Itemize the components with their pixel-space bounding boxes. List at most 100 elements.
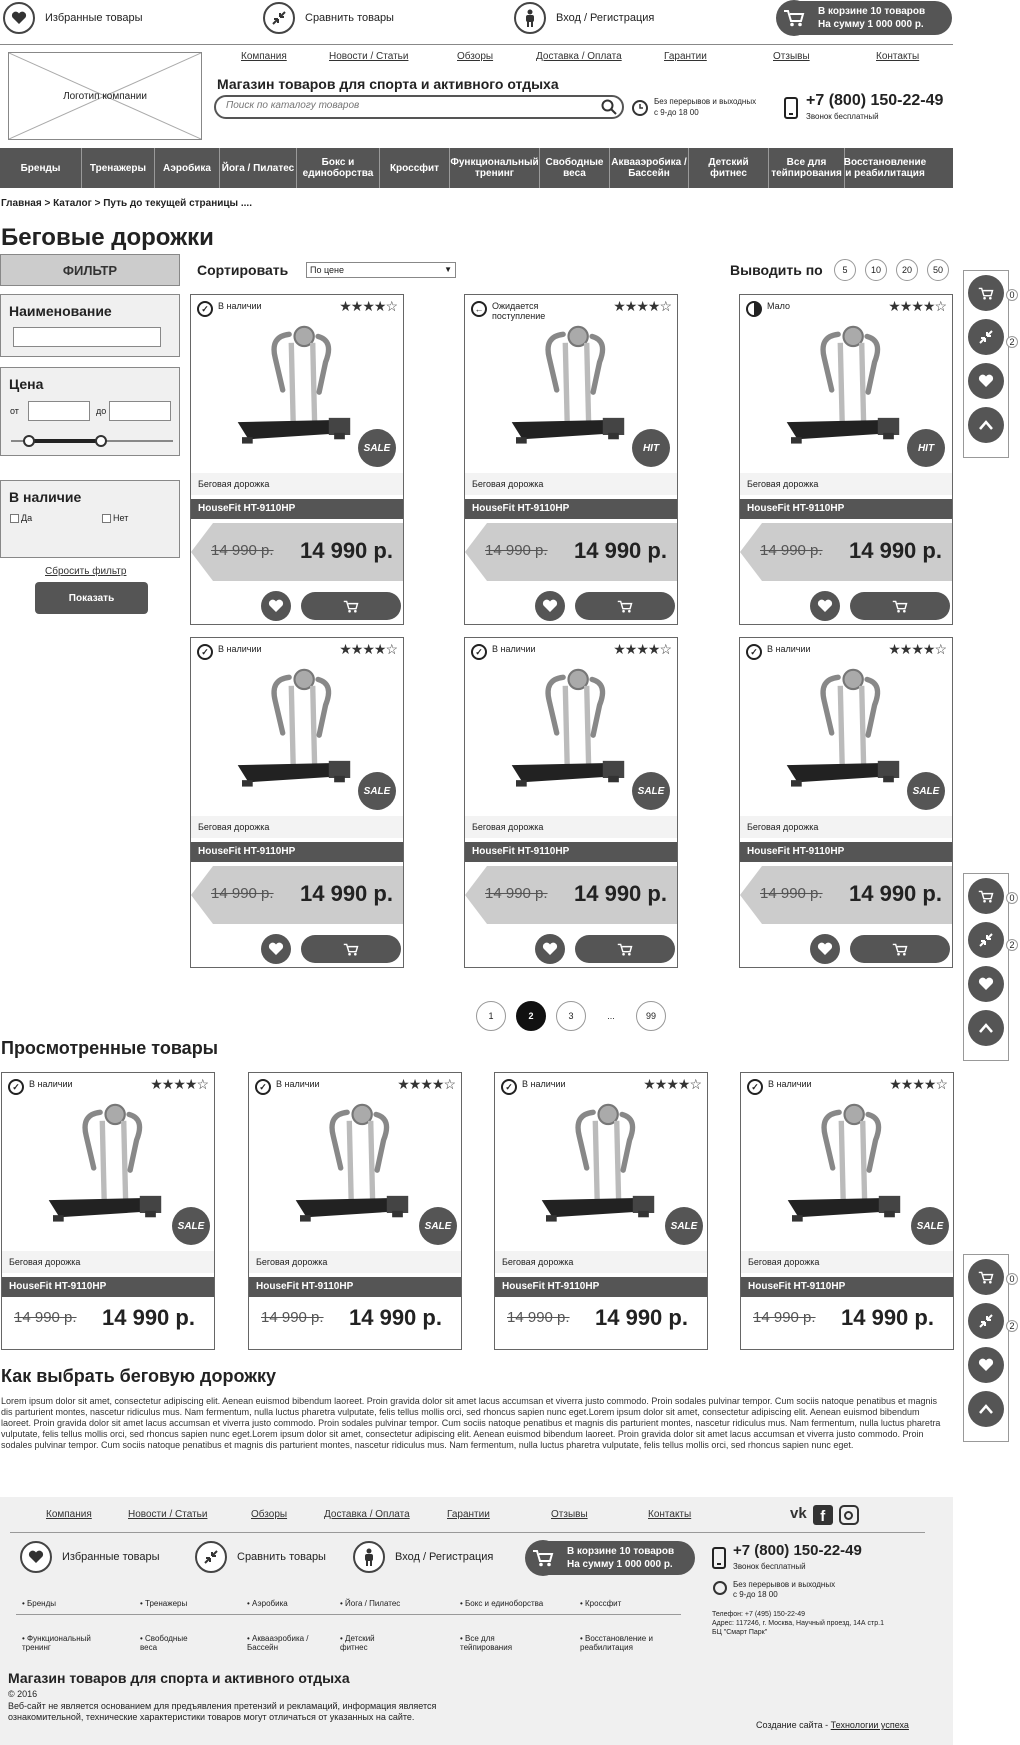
product-card[interactable]: ✓ В наличии ★★★★☆ SALE Беговая дорожка Ho…: [739, 637, 953, 968]
side-compare-button[interactable]: [968, 1303, 1004, 1339]
viewed-product-card[interactable]: ✓ В наличии ★★★★☆ SALE Беговая дорожка Ho…: [248, 1072, 462, 1350]
category-item[interactable]: Свободные веса: [540, 148, 610, 188]
footer-nav-link[interactable]: Контакты: [648, 1509, 691, 1520]
nav-link[interactable]: Компания: [241, 51, 287, 62]
treadmill-image[interactable]: [285, 1103, 435, 1233]
footer-category-link[interactable]: • Йога / Пилатес: [340, 1599, 400, 1608]
footer-favorites-link[interactable]: Избранные товары: [20, 1541, 160, 1573]
nav-link[interactable]: Доставка / Оплата: [536, 51, 622, 62]
search-icon[interactable]: [601, 99, 617, 115]
add-to-favorites-button[interactable]: [535, 591, 565, 621]
footer-nav-link[interactable]: Доставка / Оплата: [324, 1509, 410, 1520]
treadmill-image[interactable]: [501, 325, 651, 455]
nav-link[interactable]: Отзывы: [773, 51, 810, 62]
stock-no-checkbox[interactable]: Нет: [102, 513, 128, 523]
treadmill-image[interactable]: [531, 1103, 681, 1233]
category-item[interactable]: Йога / Пилатес: [220, 148, 297, 188]
footer-category-link[interactable]: • Аквааэробика / Бассейн: [247, 1634, 309, 1652]
credit-link[interactable]: Технологии успеха: [831, 1720, 909, 1730]
price-to-input[interactable]: [109, 401, 171, 421]
footer-category-link[interactable]: • Бренды: [22, 1599, 56, 1608]
product-card[interactable]: Мало ★★★★☆ HIT Беговая дорожка HouseFit …: [739, 294, 953, 625]
side-favorites-button[interactable]: [968, 966, 1004, 1002]
category-item[interactable]: Аквааэробика / Бассейн: [610, 148, 689, 188]
side-compare-button[interactable]: [968, 922, 1004, 958]
compare-link[interactable]: Сравнить товары: [263, 2, 394, 34]
product-name[interactable]: HouseFit HT-9110HP: [2, 1277, 214, 1297]
footer-cart-summary[interactable]: В корзине 10 товаров На сумму 1 000 000 р…: [525, 1540, 695, 1576]
search-box[interactable]: [214, 95, 624, 119]
product-card[interactable]: ✓ В наличии ★★★★☆ SALE Беговая дорожка Ho…: [464, 637, 678, 968]
footer-nav-link[interactable]: Обзоры: [251, 1509, 287, 1520]
category-item[interactable]: Восстановление и реабилитация: [844, 148, 926, 188]
nav-link[interactable]: Новости / Статьи: [329, 51, 408, 62]
scroll-top-button[interactable]: [968, 1010, 1004, 1046]
product-card[interactable]: ✓ В наличии ★★★★☆ SALE Беговая дорожка Ho…: [190, 294, 404, 625]
footer-compare-link[interactable]: Сравнить товары: [195, 1541, 326, 1573]
product-name[interactable]: HouseFit HT-9110HP: [465, 499, 677, 519]
footer-phone[interactable]: +7 (800) 150-22-49: [733, 1542, 862, 1559]
instagram-icon[interactable]: [838, 1505, 859, 1525]
nav-link[interactable]: Обзоры: [457, 51, 493, 62]
price-slider-handle-min[interactable]: [23, 435, 35, 447]
category-item[interactable]: Все для тейпирования: [769, 148, 845, 188]
category-item[interactable]: Бокс и единоборства: [297, 148, 380, 188]
category-item[interactable]: Функциональный тренинг: [450, 148, 540, 188]
filter-header[interactable]: ФИЛЬТР: [0, 254, 180, 286]
favorites-link[interactable]: Избранные товары: [3, 2, 143, 34]
product-card[interactable]: ✓ В наличии ★★★★☆ SALE Беговая дорожка Ho…: [190, 637, 404, 968]
category-item[interactable]: Аэробика: [155, 148, 220, 188]
viewed-product-card[interactable]: ✓ В наличии ★★★★☆ SALE Беговая дорожка Ho…: [494, 1072, 708, 1350]
company-logo[interactable]: Логотип компании: [8, 52, 202, 140]
scroll-top-button[interactable]: [968, 407, 1004, 443]
vk-icon[interactable]: vk: [790, 1505, 807, 1525]
scroll-top-button[interactable]: [968, 1391, 1004, 1427]
add-to-favorites-button[interactable]: [810, 591, 840, 621]
phone-number[interactable]: +7 (800) 150-22-49: [806, 92, 943, 110]
footer-category-link[interactable]: • Восстановление и реабилитация: [580, 1634, 653, 1652]
cart-summary[interactable]: В корзине 10 товаров На сумму 1 000 000 р…: [776, 0, 952, 36]
side-compare-button[interactable]: [968, 319, 1004, 355]
treadmill-image[interactable]: [777, 1103, 927, 1233]
stock-yes-checkbox[interactable]: Да: [10, 513, 32, 523]
price-slider-handle-max[interactable]: [95, 435, 107, 447]
name-filter-input[interactable]: [13, 327, 161, 347]
product-name[interactable]: HouseFit HT-9110HP: [740, 842, 952, 862]
product-name[interactable]: HouseFit HT-9110HP: [249, 1277, 461, 1297]
price-from-input[interactable]: [28, 401, 90, 421]
side-cart-button[interactable]: [968, 878, 1004, 914]
footer-category-link[interactable]: • Бокс и единоборства: [460, 1599, 543, 1608]
perpage-option[interactable]: 50: [927, 259, 949, 281]
page-button[interactable]: 2: [516, 1001, 546, 1031]
side-cart-button[interactable]: [968, 1259, 1004, 1295]
footer-category-link[interactable]: • Аэробика: [247, 1599, 288, 1608]
add-to-cart-button[interactable]: [575, 935, 675, 963]
add-to-cart-button[interactable]: [575, 592, 675, 620]
login-link[interactable]: Вход / Регистрация: [514, 2, 654, 34]
treadmill-image[interactable]: [227, 668, 377, 798]
footer-login-link[interactable]: Вход / Регистрация: [353, 1541, 493, 1573]
category-item[interactable]: Бренды: [0, 148, 82, 188]
product-name[interactable]: HouseFit HT-9110HP: [465, 842, 677, 862]
add-to-favorites-button[interactable]: [261, 934, 291, 964]
search-input[interactable]: [226, 100, 586, 111]
add-to-cart-button[interactable]: [301, 935, 401, 963]
viewed-product-card[interactable]: ✓ В наличии ★★★★☆ SALE Беговая дорожка Ho…: [1, 1072, 215, 1350]
treadmill-image[interactable]: [776, 668, 926, 798]
treadmill-image[interactable]: [501, 668, 651, 798]
side-favorites-button[interactable]: [968, 1347, 1004, 1383]
facebook-icon[interactable]: f: [812, 1505, 833, 1525]
add-to-cart-button[interactable]: [850, 592, 950, 620]
category-item[interactable]: Кроссфит: [380, 148, 450, 188]
show-button[interactable]: Показать: [35, 582, 148, 614]
product-name[interactable]: HouseFit HT-9110HP: [191, 842, 403, 862]
footer-category-link[interactable]: • Кроссфит: [580, 1599, 621, 1608]
footer-category-link[interactable]: • Тренажеры: [140, 1599, 187, 1608]
product-name[interactable]: HouseFit HT-9110HP: [741, 1277, 953, 1297]
category-item[interactable]: Тренажеры: [82, 148, 155, 188]
footer-category-link[interactable]: • Функциональный тренинг: [22, 1634, 91, 1652]
treadmill-image[interactable]: [776, 325, 926, 455]
perpage-option[interactable]: 20: [896, 259, 918, 281]
product-card[interactable]: ← Ожидается поступление ★★★★☆ HIT Беговая…: [464, 294, 678, 625]
page-button[interactable]: 1: [476, 1001, 506, 1031]
